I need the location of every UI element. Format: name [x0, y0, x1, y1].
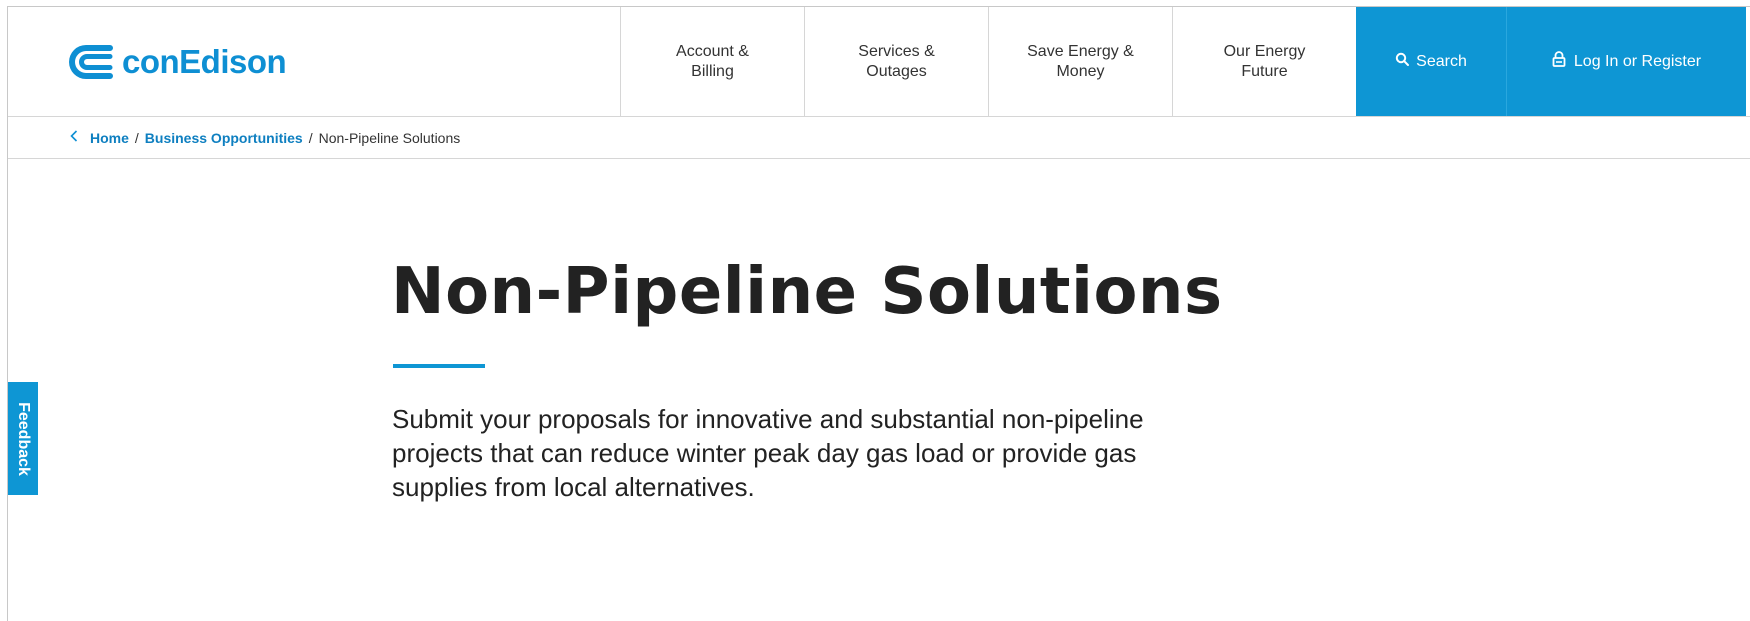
breadcrumb-home-link[interactable]: Home [90, 130, 129, 146]
login-register-button[interactable]: Log In or Register [1506, 7, 1746, 116]
nav-services-outages[interactable]: Services & Outages [804, 7, 988, 116]
con-edison-logo-icon [66, 42, 118, 82]
lock-icon [1552, 51, 1566, 72]
page-intro-text: Submit your proposals for innovative and… [392, 404, 1144, 502]
title-underline [393, 364, 485, 368]
nav-save-energy-money[interactable]: Save Energy & Money [988, 7, 1172, 116]
home-logo-link[interactable]: conEdison [66, 42, 287, 82]
breadcrumb-separator: / [308, 129, 313, 146]
breadcrumb-business-opportunities-link[interactable]: Business Opportunities [145, 130, 303, 146]
feedback-label: Feedback [15, 401, 32, 476]
nav-account-billing[interactable]: Account & Billing [620, 7, 804, 116]
site-header: conEdison Account & Billing Services & O… [8, 7, 1750, 117]
nav-our-energy-future[interactable]: Our Energy Future [1172, 7, 1356, 116]
breadcrumb-current: Non-Pipeline Solutions [318, 129, 461, 146]
breadcrumb-separator: / [134, 129, 139, 146]
feedback-tab[interactable]: Feedback [8, 382, 38, 495]
search-button[interactable]: Search [1356, 7, 1506, 116]
logo-area: conEdison [8, 7, 620, 116]
chevron-left-icon[interactable] [70, 129, 78, 147]
login-label: Log In or Register [1573, 52, 1702, 70]
search-icon [1395, 52, 1410, 72]
search-label: Search [1416, 52, 1467, 70]
main-nav: Account & Billing Services & Outages Sav… [620, 7, 1746, 116]
page-title: Non-Pipeline Solutions [391, 255, 1223, 329]
logo-text: conEdison [122, 42, 287, 80]
breadcrumb: Home / Business Opportunities / Non-Pipe… [8, 117, 1750, 159]
page-frame: conEdison Account & Billing Services & O… [7, 6, 1750, 621]
